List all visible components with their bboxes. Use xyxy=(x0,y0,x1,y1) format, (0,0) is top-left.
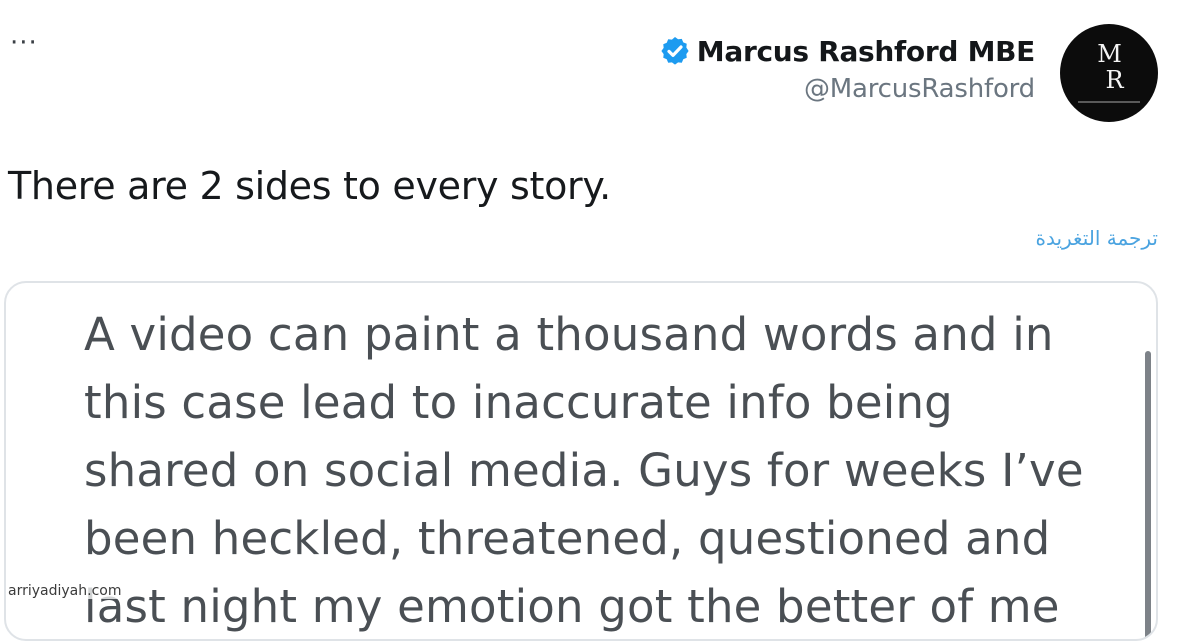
attached-image-line: last night my emotion got the better of … xyxy=(84,580,1060,633)
avatar-tagline-mark xyxy=(1078,101,1140,103)
attached-image-text: A video can paint a thousand words and i… xyxy=(84,301,1104,639)
avatar-monogram-m: M xyxy=(1097,40,1122,68)
tweet-author[interactable]: Marcus Rashford MBE @MarcusRashford xyxy=(659,30,1035,104)
avatar-monogram-r: R xyxy=(1105,66,1123,94)
attached-image-line: been heckled, threatened, questioned and xyxy=(84,512,1051,565)
translate-tweet-link[interactable]: ترجمة التغريدة xyxy=(1035,226,1158,250)
attached-image-line: shared on social media. Guys for weeks I… xyxy=(84,444,1084,497)
more-options-button[interactable]: ··· xyxy=(10,30,38,56)
avatar-monogram: M R xyxy=(1060,42,1158,92)
verified-badge-icon xyxy=(659,35,691,67)
source-watermark: arriyadiyah.com xyxy=(6,583,124,599)
attached-image-scrollbar xyxy=(1145,351,1151,639)
display-name-row: Marcus Rashford MBE xyxy=(659,30,1035,72)
display-name[interactable]: Marcus Rashford MBE xyxy=(697,35,1036,68)
attached-image-line: this case lead to inaccurate info being xyxy=(84,376,953,429)
attached-image-card[interactable]: A video can paint a thousand words and i… xyxy=(4,281,1158,641)
avatar[interactable]: M R xyxy=(1060,24,1158,122)
tweet-text: There are 2 sides to every story. xyxy=(8,164,611,208)
user-handle[interactable]: @MarcusRashford xyxy=(659,74,1035,104)
attached-image-line: A video can paint a thousand words and i… xyxy=(84,308,1054,361)
